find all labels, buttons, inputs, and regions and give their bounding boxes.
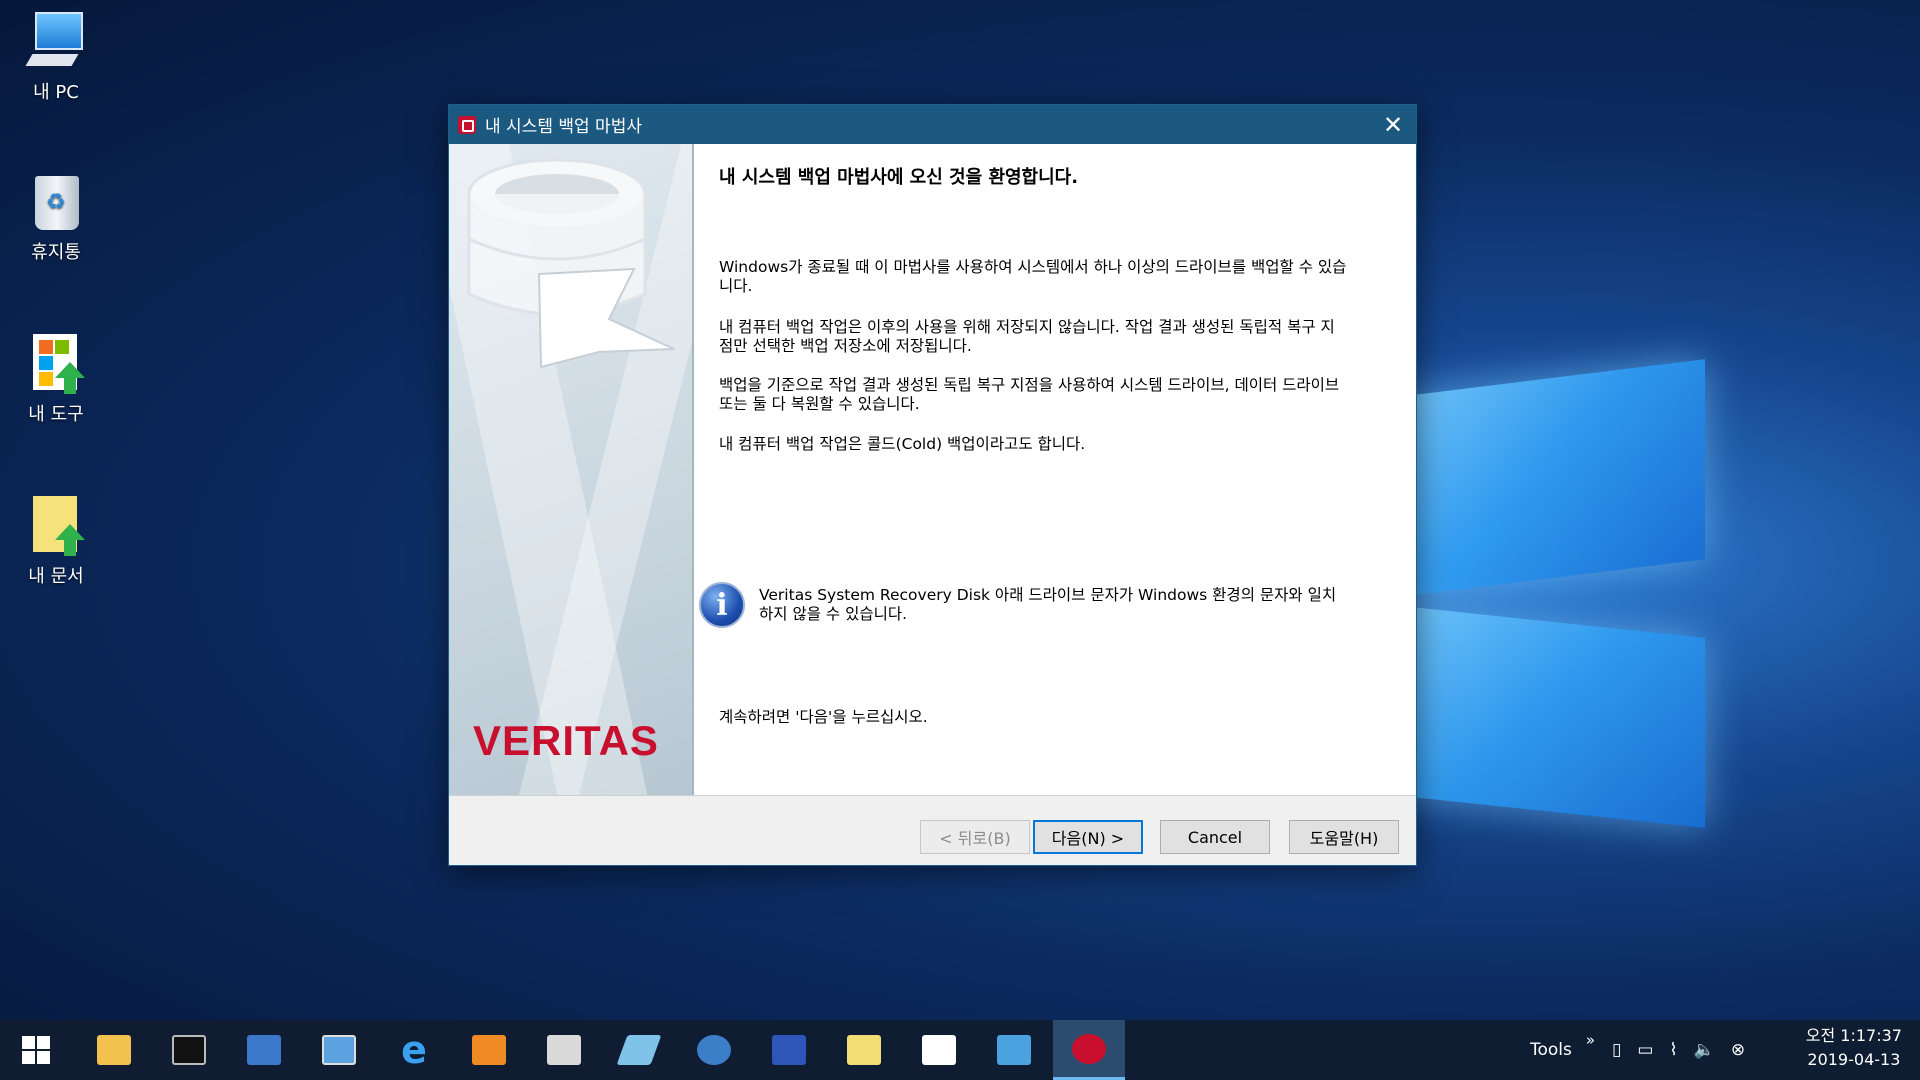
taskbar-internet-explorer[interactable]: e bbox=[378, 1020, 450, 1080]
volume-icon[interactable]: 🔈 bbox=[1694, 1040, 1715, 1060]
system-tray: ▯ ▭ ⌇ 🔈 ⊗ bbox=[1612, 1020, 1745, 1080]
monitor-icon bbox=[322, 1035, 356, 1065]
continue-instruction: 계속하려면 '다음'을 누르십시오. bbox=[719, 708, 928, 726]
clock[interactable]: 오전 1:17:37 2019-04-13 bbox=[1806, 1024, 1902, 1072]
desktop-icon-my-tools[interactable]: 내 도구 bbox=[14, 332, 98, 426]
title-bar[interactable]: 내 시스템 백업 마법사 ✕ bbox=[449, 105, 1416, 144]
documents-folder-icon bbox=[27, 494, 85, 556]
remote-desktop-icon bbox=[247, 1035, 281, 1065]
eraser-icon bbox=[616, 1035, 662, 1065]
info-icon: i bbox=[699, 582, 745, 628]
desktop-icon-my-pc[interactable]: 내 PC bbox=[14, 10, 98, 104]
wizard-body: VERITAS 내 시스템 백업 마법사에 오신 것을 환영합니다. Windo… bbox=[449, 144, 1416, 795]
tools-icon bbox=[922, 1035, 956, 1065]
taskbar: e Tools » ▯ ▭ ⌇ 🔈 ⊗ 오전 1:17:37 2019-04-1… bbox=[0, 1020, 1920, 1080]
tools-toolbar[interactable]: Tools » bbox=[1530, 1020, 1595, 1080]
button-bar: < 뒤로(B) 다음(N) > Cancel 도움말(H) bbox=[449, 795, 1416, 865]
internet-explorer-icon: e bbox=[401, 1028, 427, 1072]
taskbar-command-prompt[interactable] bbox=[153, 1020, 225, 1080]
desktop-icon-label: 내 도구 bbox=[28, 404, 84, 425]
description-paragraph-3: 백업을 기준으로 작업 결과 생성된 독립 복구 지점을 사용하여 시스템 드라… bbox=[719, 376, 1340, 413]
taskbar-eraser[interactable] bbox=[603, 1020, 675, 1080]
close-button[interactable]: ✕ bbox=[1370, 105, 1416, 144]
welcome-heading: 내 시스템 백업 마법사에 오신 것을 환영합니다. bbox=[719, 167, 1079, 188]
wizard-content: 내 시스템 백업 마법사에 오신 것을 환영합니다. Windows가 종료될 … bbox=[699, 144, 1399, 795]
computer-icon bbox=[25, 10, 85, 72]
veritas-app-icon bbox=[1072, 1033, 1106, 1064]
start-icon bbox=[22, 1036, 50, 1064]
battery-icon[interactable]: ▭ bbox=[1637, 1040, 1653, 1060]
file-explorer-icon bbox=[97, 1035, 131, 1065]
notification-close-icon[interactable]: ⊗ bbox=[1731, 1040, 1745, 1060]
documents-icon bbox=[847, 1035, 881, 1065]
desktop-icon-my-documents[interactable]: 내 문서 bbox=[14, 494, 98, 588]
backup-disk-arrow-icon bbox=[467, 158, 675, 369]
scanner-icon bbox=[547, 1035, 581, 1065]
back-button[interactable]: < 뒤로(B) bbox=[920, 820, 1030, 854]
cancel-button[interactable]: Cancel bbox=[1160, 820, 1270, 854]
taskbar-tools[interactable] bbox=[903, 1020, 975, 1080]
backup-wizard-dialog: 내 시스템 백업 마법사 ✕ VERITAS 내 시스템 백업 마법사에 오신 … bbox=[448, 104, 1417, 866]
media-player-icon bbox=[472, 1035, 506, 1065]
network-icon bbox=[997, 1035, 1031, 1065]
command-prompt-icon bbox=[172, 1035, 206, 1065]
info-note: i Veritas System Recovery Disk 아래 드라이브 문… bbox=[699, 582, 1349, 628]
taskbar-file-explorer[interactable] bbox=[78, 1020, 150, 1080]
wifi-icon[interactable]: ⌇ bbox=[1669, 1040, 1677, 1060]
info-note-text: Veritas System Recovery Disk 아래 드라이브 문자가… bbox=[759, 586, 1337, 623]
help-button[interactable]: 도움말(H) bbox=[1289, 820, 1399, 854]
taskbar-scanner[interactable] bbox=[528, 1020, 600, 1080]
taskbar-documents[interactable] bbox=[828, 1020, 900, 1080]
veritas-logo: VERITAS bbox=[473, 717, 659, 764]
recycle-bin-icon bbox=[27, 170, 85, 232]
next-button[interactable]: 다음(N) > bbox=[1033, 820, 1143, 854]
usb-icon[interactable]: ▯ bbox=[1612, 1040, 1621, 1060]
taskbar-monitor[interactable] bbox=[303, 1020, 375, 1080]
tools-folder-icon bbox=[27, 332, 85, 394]
veritas-app-icon bbox=[458, 115, 476, 134]
taskbar-veritas-app[interactable] bbox=[1053, 1020, 1125, 1080]
taskbar-remote-desktop[interactable] bbox=[228, 1020, 300, 1080]
desktop-icon-label: 휴지통 bbox=[31, 242, 81, 263]
taskbar-search-tool[interactable] bbox=[678, 1020, 750, 1080]
description-paragraph-2: 내 컴퓨터 백업 작업은 이후의 사용을 위해 저장되지 않습니다. 작업 결과… bbox=[719, 318, 1335, 355]
desktop-icon-recycle-bin[interactable]: 휴지통 bbox=[14, 170, 98, 264]
dialog-title: 내 시스템 백업 마법사 bbox=[485, 117, 642, 137]
overflow-chevron-icon[interactable]: » bbox=[1586, 1031, 1595, 1049]
taskbar-network[interactable] bbox=[978, 1020, 1050, 1080]
taskbar-media-player[interactable] bbox=[453, 1020, 525, 1080]
desktop-icon-label: 내 문서 bbox=[28, 566, 84, 587]
description-paragraph-1: Windows가 종료될 때 이 마법사를 사용하여 시스템에서 하나 이상의 … bbox=[719, 258, 1347, 295]
save-disk-icon bbox=[772, 1035, 806, 1065]
close-icon: ✕ bbox=[1382, 110, 1404, 139]
wizard-side-panel: VERITAS bbox=[449, 144, 694, 795]
taskbar-save-disk[interactable] bbox=[753, 1020, 825, 1080]
start-button[interactable] bbox=[0, 1020, 72, 1080]
clock-time: 오전 1:17:37 bbox=[1805, 1026, 1902, 1045]
tools-label: Tools bbox=[1530, 1040, 1572, 1060]
description-paragraph-4: 내 컴퓨터 백업 작업은 콜드(Cold) 백업이라고도 합니다. bbox=[719, 435, 1086, 453]
desktop-icon-label: 내 PC bbox=[33, 82, 79, 103]
search-tool-icon bbox=[697, 1035, 731, 1065]
clock-date: 2019-04-13 bbox=[1807, 1050, 1901, 1069]
